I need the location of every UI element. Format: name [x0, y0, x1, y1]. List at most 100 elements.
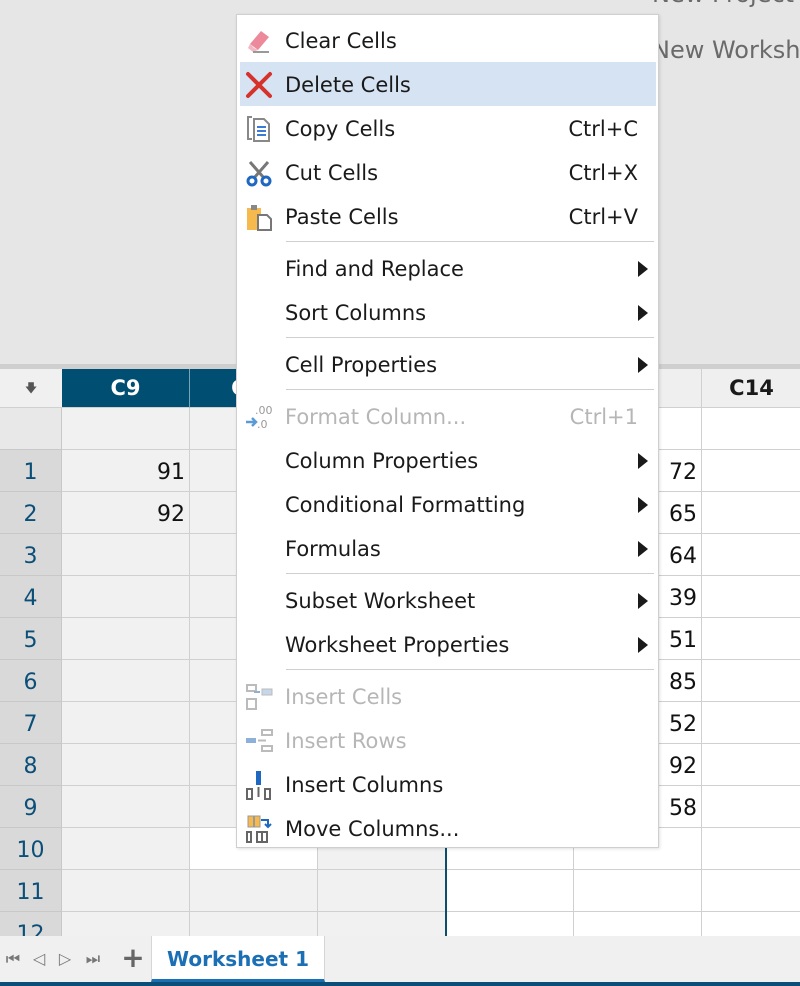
menu-item-clear-cells[interactable]: Clear Cells [240, 18, 656, 62]
grid-cell[interactable] [62, 702, 190, 744]
menu-item-shortcut: Ctrl+C [568, 117, 638, 141]
grid-cell[interactable] [62, 660, 190, 702]
menu-item-paste-cells[interactable]: Paste Cells Ctrl+V [240, 194, 656, 238]
menu-item-insert-cells[interactable]: Insert Cells [240, 674, 656, 718]
grid-cell[interactable] [62, 828, 190, 870]
grid-cell[interactable] [62, 576, 190, 618]
insert-cells-icon [244, 682, 274, 712]
grid-cell[interactable] [62, 912, 190, 936]
menu-item-cut-cells[interactable]: Cut Cells Ctrl+X [240, 150, 656, 194]
grid-cell[interactable] [190, 912, 318, 936]
first-sheet-icon[interactable]: ⏮ [2, 948, 24, 970]
grid-cell[interactable] [702, 744, 800, 786]
grid-cell[interactable] [702, 534, 800, 576]
grid-cell[interactable] [446, 912, 574, 936]
insert-columns-icon [244, 770, 274, 800]
grid-cell[interactable] [702, 618, 800, 660]
grid-cell[interactable] [62, 618, 190, 660]
menu-item-label: Copy Cells [285, 117, 396, 141]
table-row: 12 [0, 912, 800, 936]
menu-item-label: Subset Worksheet [285, 589, 476, 613]
menu-item-worksheet-properties[interactable]: Worksheet Properties [240, 622, 656, 666]
menu-item-move-columns[interactable]: Move Columns... [240, 806, 656, 850]
context-menu: Clear Cells Delete Cells Copy Cells Ctrl+C C… [236, 14, 659, 848]
down-arrow-icon[interactable]: 🡇 [0, 369, 62, 408]
grid-cell[interactable] [574, 870, 702, 912]
decimal-format-icon: .00.0 [244, 402, 274, 432]
menu-item-label: Paste Cells [285, 205, 399, 229]
menu-item-label: Formulas [285, 537, 381, 561]
grid-cell[interactable] [62, 786, 190, 828]
menu-item-label: Column Properties [285, 449, 479, 473]
menu-item-subset-worksheet[interactable]: Subset Worksheet [240, 578, 656, 622]
menu-item-insert-columns[interactable]: Insert Columns [240, 762, 656, 806]
next-sheet-icon[interactable]: ▷ [54, 948, 76, 970]
grid-cell[interactable] [702, 450, 800, 492]
row-header[interactable]: 4 [0, 576, 62, 618]
grid-cell[interactable] [702, 702, 800, 744]
menu-item-label: Format Column... [285, 405, 467, 429]
previous-sheet-icon[interactable]: ◁ [28, 948, 50, 970]
grid-cell[interactable] [574, 912, 702, 936]
grid-cell[interactable] [702, 492, 800, 534]
tab-worksheet-1[interactable]: Worksheet 1 [151, 936, 325, 982]
menu-item-format-column[interactable]: .00.0 Format Column... Ctrl+1 [240, 394, 656, 438]
grid-cell[interactable] [62, 744, 190, 786]
row-header[interactable]: 8 [0, 744, 62, 786]
menu-item-label: Insert Columns [285, 773, 444, 797]
grid-cell[interactable] [702, 660, 800, 702]
menu-item-conditional-formatting[interactable]: Conditional Formatting [240, 482, 656, 526]
row-header[interactable]: 10 [0, 828, 62, 870]
menu-item-insert-rows[interactable]: Insert Rows [240, 718, 656, 762]
grid-cell[interactable] [318, 870, 446, 912]
row-header[interactable]: 9 [0, 786, 62, 828]
row-header[interactable]: 2 [0, 492, 62, 534]
svg-text:.0: .0 [257, 418, 268, 431]
grid-cell[interactable]: 92 [62, 492, 190, 534]
grid-cell[interactable] [702, 828, 800, 870]
menu-item-sort-columns[interactable]: Sort Columns [240, 290, 656, 334]
row-header[interactable]: 7 [0, 702, 62, 744]
clipboard-icon [244, 202, 274, 232]
grid-cell[interactable] [702, 576, 800, 618]
column-header-c9[interactable]: C9 [62, 369, 190, 408]
last-sheet-icon[interactable]: ⏭ [82, 948, 104, 970]
grid-cell[interactable]: 91 [62, 450, 190, 492]
grid-cell[interactable] [62, 408, 190, 450]
eraser-icon [244, 26, 274, 56]
scissors-icon [244, 158, 274, 188]
grid-cell[interactable] [190, 870, 318, 912]
menu-item-formulas[interactable]: Formulas [240, 526, 656, 570]
menu-separator [286, 337, 654, 338]
menu-item-cell-properties[interactable]: Cell Properties [240, 342, 656, 386]
submenu-arrow-icon [638, 261, 648, 277]
row-header[interactable]: 1 [0, 450, 62, 492]
grid-cell[interactable] [702, 870, 800, 912]
grid-cell[interactable] [702, 786, 800, 828]
name-row-header[interactable] [0, 408, 62, 450]
submenu-arrow-icon [638, 593, 648, 609]
menu-separator [286, 573, 654, 574]
menu-item-delete-cells[interactable]: Delete Cells [240, 62, 656, 106]
add-sheet-button[interactable]: + [120, 944, 146, 972]
grid-cell[interactable] [318, 912, 446, 936]
menu-item-find-and-replace[interactable]: Find and Replace [240, 246, 656, 290]
sheet-tab-bar: ⏮ ◁ ▷ ⏭ + Worksheet 1 [0, 936, 800, 982]
row-header[interactable]: 3 [0, 534, 62, 576]
menu-item-label: Insert Rows [285, 729, 407, 753]
menu-item-copy-cells[interactable]: Copy Cells Ctrl+C [240, 106, 656, 150]
row-header[interactable]: 6 [0, 660, 62, 702]
grid-cell[interactable] [702, 912, 800, 936]
grid-cell[interactable] [62, 534, 190, 576]
grid-cell[interactable] [446, 870, 574, 912]
column-header-c14[interactable]: C14 [702, 369, 800, 408]
grid-cell[interactable] [62, 870, 190, 912]
row-header[interactable]: 12 [0, 912, 62, 936]
menu-item-shortcut: Ctrl+V [568, 205, 638, 229]
row-header[interactable]: 11 [0, 870, 62, 912]
menu-item-column-properties[interactable]: Column Properties [240, 438, 656, 482]
menu-item-label: Conditional Formatting [285, 493, 526, 517]
row-header[interactable]: 5 [0, 618, 62, 660]
grid-cell[interactable] [702, 408, 800, 450]
submenu-arrow-icon [638, 305, 648, 321]
